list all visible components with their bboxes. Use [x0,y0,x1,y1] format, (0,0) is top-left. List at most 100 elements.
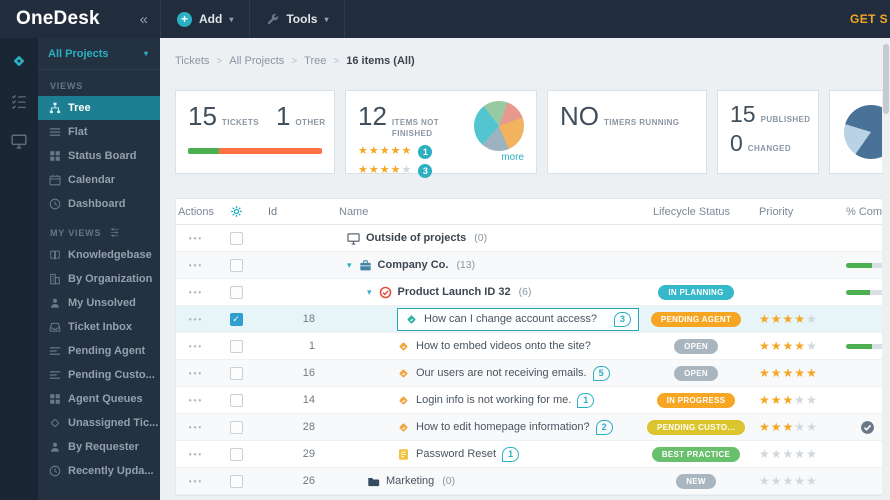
tasks-app-icon[interactable] [11,93,27,109]
sidebar-item-pending-custo[interactable]: Pending Custo... [38,363,160,387]
row-actions-button[interactable]: ••• [189,423,203,432]
row-checkbox[interactable] [229,285,243,299]
row-checkbox[interactable] [229,474,243,488]
conversation-count-badge[interactable]: 5 [592,365,610,381]
table-row[interactable]: ••• 26 Marketing (0) NEW ★★★★★ [176,468,890,495]
lifecycle-status-badge[interactable]: BEST PRACTICE [651,446,741,462]
row-checkbox[interactable] [229,393,243,407]
row-checkbox[interactable]: ✓ [229,312,243,326]
lifecycle-status-badge[interactable]: OPEN [674,338,718,354]
sidebar-item-calendar[interactable]: Calendar [38,168,160,192]
more-link[interactable]: more [501,152,524,163]
sidebar-item-status-board[interactable]: Status Board [38,144,160,168]
row-checkbox[interactable] [229,258,243,272]
vertical-scrollbar[interactable] [882,38,890,500]
column-header-priority[interactable]: Priority [751,199,836,224]
sidebar-item-ticket-inbox[interactable]: Ticket Inbox [38,315,160,339]
lifecycle-status-badge[interactable]: OPEN [674,365,718,381]
row-actions-button[interactable]: ••• [189,342,203,351]
priority-stars[interactable]: ★★★★★ [759,421,818,433]
item-name[interactable]: How can I change account access? [424,313,597,325]
tools-button[interactable]: Tools ▾ [249,0,346,38]
lifecycle-status-badge[interactable]: PENDING AGENT [650,311,742,327]
table-row[interactable]: ••• ✓ 18 How can I change account access? 3 P… [176,306,890,333]
priority-stars[interactable]: ★★★★★ [759,475,818,487]
table-row[interactable]: ••• 16 Our users are not receiving emails.… [176,360,890,387]
item-name[interactable]: Marketing [386,475,434,487]
item-name[interactable]: Password Reset [416,448,496,460]
item-name[interactable]: How to embed videos onto the site? [416,340,591,352]
breadcrumb-item[interactable]: Tree [304,55,326,67]
priority-stars[interactable]: ★★★★★ [759,340,818,352]
tickets-app-icon[interactable] [11,53,27,69]
row-actions-button[interactable]: ••• [189,396,203,405]
column-header-id[interactable]: Id [256,199,331,224]
row-actions-button[interactable]: ••• [189,234,203,243]
sidebar-item-knowledgebase[interactable]: Knowledgebase [38,243,160,267]
table-row[interactable]: ••• 14 Login info is not working for me. 1 I… [176,387,890,414]
row-checkbox[interactable] [229,366,243,380]
row-actions-button[interactable]: ••• [189,288,203,297]
row-checkbox[interactable] [229,231,243,245]
priority-stars[interactable]: ★★★★★ [759,448,818,460]
sidebar-item-agent-queues[interactable]: Agent Queues [38,387,160,411]
row-checkbox[interactable] [229,447,243,461]
rating-stars[interactable]: ★★★★★ [358,146,412,157]
column-header-actions[interactable]: Actions [176,199,216,224]
row-actions-button[interactable]: ••• [189,369,203,378]
table-row[interactable]: ••• Outside of projects (0) [176,225,890,252]
get-started-link[interactable]: GET S [850,0,890,38]
monitor-app-icon[interactable] [11,133,27,149]
project-selector[interactable]: All Projects ▾ [38,38,160,70]
column-header-select[interactable] [216,199,256,224]
item-name[interactable]: Login info is not working for me. [416,394,571,406]
conversation-count-badge[interactable]: 3 [614,311,631,327]
row-actions-button[interactable]: ••• [189,450,203,459]
row-actions-button[interactable]: ••• [189,315,203,324]
sidebar-item-flat[interactable]: Flat [38,120,160,144]
breadcrumb-item[interactable]: Tickets [175,55,209,67]
sidebar-item-by-requester[interactable]: By Requester [38,435,160,459]
table-row[interactable]: ••• ▾ Company Co. (13) [176,252,890,279]
row-actions-button[interactable]: ••• [189,477,203,486]
table-row[interactable]: ••• 29 Password Reset 1 BEST PRACTICE ★★★★★ [176,441,890,468]
row-checkbox[interactable] [229,339,243,353]
sidebar-item-dashboard[interactable]: Dashboard [38,192,160,216]
expand-toggle[interactable]: ▾ [347,260,352,271]
add-button[interactable]: + Add ▾ [160,0,249,38]
rating-count-badge[interactable]: 3 [418,163,433,178]
sidebar-item-my-unsolved[interactable]: My Unsolved [38,291,160,315]
table-row[interactable]: ••• ▾ Product Launch ID 32 (6) IN PLANNING [176,279,890,306]
sidebar-item-pending-agent[interactable]: Pending Agent [38,339,160,363]
lifecycle-status-badge[interactable]: IN PLANNING [658,284,734,300]
priority-stars[interactable]: ★★★★★ [759,313,818,325]
conversation-count-badge[interactable]: 2 [595,419,613,435]
sidebar-item-tree[interactable]: Tree [38,96,160,120]
column-header-status[interactable]: Lifecycle Status [641,199,751,224]
sidebar-item-by-organization[interactable]: By Organization [38,267,160,291]
item-name[interactable]: Product Launch ID 32 [398,286,511,298]
selected-item-box[interactable]: How can I change account access? 3 [397,307,639,331]
conversation-count-badge[interactable]: 1 [502,446,520,462]
lifecycle-status-badge[interactable]: IN PROGRESS [656,392,736,408]
row-actions-button[interactable]: ••• [189,261,203,270]
column-header-name[interactable]: Name [331,199,641,224]
sidebar-collapse-button[interactable]: « [140,11,148,28]
item-name[interactable]: Outside of projects [366,232,466,244]
sidebar-item-unassigned-tic[interactable]: Unassigned Tic... [38,411,160,435]
scrollbar-thumb[interactable] [883,44,889,114]
conversation-count-badge[interactable]: 1 [577,392,595,408]
table-row[interactable]: ••• 1 How to embed videos onto the site? OP… [176,333,890,360]
row-checkbox[interactable] [229,420,243,434]
expand-toggle[interactable]: ▾ [367,287,372,298]
rating-count-badge[interactable]: 1 [418,144,433,159]
item-name[interactable]: Company Co. [378,259,449,271]
priority-stars[interactable]: ★★★★★ [759,394,818,406]
lifecycle-status-badge[interactable]: PENDING CUSTO... [647,419,745,435]
priority-stars[interactable]: ★★★★★ [759,367,818,379]
breadcrumb-item[interactable]: All Projects [229,55,284,67]
lifecycle-status-badge[interactable]: NEW [676,473,716,489]
item-name[interactable]: Our users are not receiving emails. [416,367,587,379]
item-name[interactable]: How to edit homepage information? [416,421,590,433]
sidebar-item-recently-upda[interactable]: Recently Upda... [38,459,160,483]
